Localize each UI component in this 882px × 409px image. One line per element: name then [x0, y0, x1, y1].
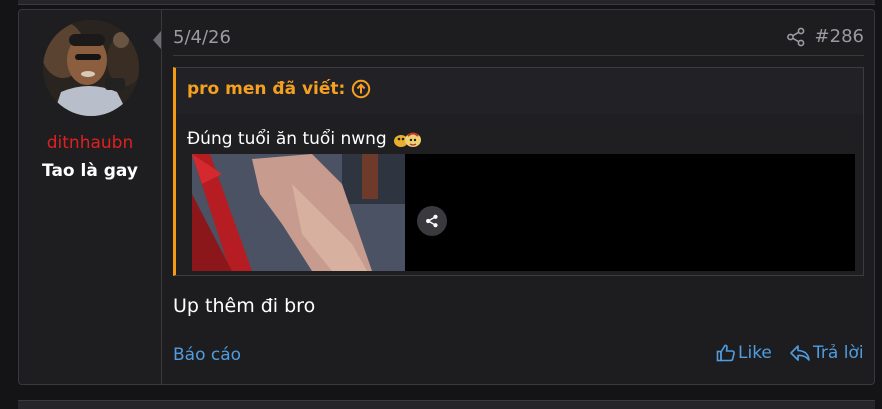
avatar-photo	[43, 20, 139, 116]
reply-arrow-icon	[790, 345, 810, 361]
thumbs-up-icon	[716, 344, 735, 362]
reply-label: Trả lời	[813, 343, 864, 363]
header-divider	[173, 55, 864, 56]
reply-button[interactable]: Trả lời	[789, 343, 864, 363]
media-embed[interactable]	[192, 154, 855, 271]
post-main: 5/4/26 #286 pro men đã viết: Đúng tuổi ă…	[161, 10, 874, 384]
user-info-cell: ditnhaubn Tao là gay	[19, 10, 162, 384]
user-title: Tao là gay	[42, 161, 138, 181]
quote-header[interactable]: pro men đã viết:	[187, 79, 371, 99]
quote-text-line: Đúng tuổi ăn tuổi nwng	[187, 129, 423, 149]
quote-author-line: pro men đã viết:	[187, 79, 346, 99]
report-link[interactable]: Báo cáo	[173, 345, 241, 365]
share-icon	[426, 214, 438, 228]
media-photo	[192, 154, 405, 271]
username[interactable]: ditnhaubn	[19, 133, 161, 153]
post-body: Up thêm đi bro	[173, 295, 316, 317]
quote-text: Đúng tuổi ăn tuổi nwng	[187, 129, 387, 149]
post-pointer-arrow	[153, 31, 161, 49]
emoji-icon	[393, 132, 421, 147]
quote-block: pro men đã viết: Đúng tuổi ăn tuổi nwng	[173, 67, 864, 276]
forum-post: ditnhaubn Tao là gay 5/4/26 #286 pro men…	[18, 9, 875, 385]
media-thumbnail[interactable]	[192, 154, 405, 271]
arrow-up-circle-icon[interactable]	[351, 79, 371, 99]
share-icon[interactable]	[786, 27, 806, 47]
avatar[interactable]	[43, 20, 139, 116]
like-button[interactable]: Like	[716, 343, 772, 363]
like-label: Like	[738, 343, 772, 363]
post-number[interactable]: #286	[815, 26, 864, 47]
media-share-button[interactable]	[417, 206, 447, 236]
previous-post-edge	[18, 0, 875, 5]
post-date[interactable]: 5/4/26	[173, 27, 231, 48]
